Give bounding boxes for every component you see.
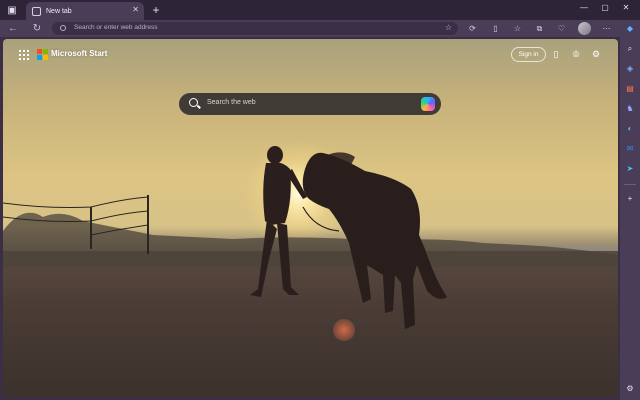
sidebar-divider: [624, 184, 636, 185]
new-tab-button[interactable]: +: [148, 2, 164, 18]
trophy-icon[interactable]: ♔: [569, 47, 583, 61]
search-icon: [189, 98, 198, 107]
browser-essentials-icon[interactable]: ♡: [555, 22, 568, 35]
tab-actions-icon[interactable]: ▣: [4, 2, 20, 18]
tree-line: [3, 212, 618, 267]
microsoft-logo-icon: [37, 49, 48, 60]
address-placeholder: Search or enter web address: [74, 24, 158, 31]
search-icon[interactable]: ⌕: [623, 42, 637, 56]
person-silhouette: [250, 146, 307, 297]
tab-close-icon[interactable]: ✕: [132, 5, 139, 14]
new-tab-favicon-icon: [32, 6, 41, 16]
favorites-icon[interactable]: ☆: [511, 22, 524, 35]
tag-icon[interactable]: ◈: [623, 62, 637, 76]
address-bar[interactable]: Search or enter web address ☆: [52, 22, 458, 35]
profile-avatar[interactable]: [578, 22, 591, 35]
phone-icon[interactable]: ▯: [549, 47, 563, 61]
copilot-icon[interactable]: [421, 97, 435, 111]
lens-flare: [333, 319, 355, 341]
collections-icon[interactable]: ⧉: [533, 22, 546, 35]
favorite-star-icon[interactable]: ☆: [445, 23, 452, 32]
copilot-sidebar-icon[interactable]: ◆: [623, 22, 637, 36]
m365-icon[interactable]: ◐: [623, 122, 637, 136]
extension-icon[interactable]: ⟳: [466, 22, 479, 35]
tab-title: New tab: [46, 7, 72, 15]
games-icon[interactable]: ♞: [623, 102, 637, 116]
browser-window: ▣ New tab ✕ + — ▢ ✕ ← ↻ Search or enter …: [0, 0, 640, 400]
sidebar-settings-icon[interactable]: ⚙: [623, 382, 637, 396]
split-screen-icon[interactable]: ▯: [489, 22, 502, 35]
web-search-bar[interactable]: Search the web: [179, 93, 441, 115]
maximize-button[interactable]: ▢: [598, 3, 612, 12]
title-bar: ▣ New tab ✕ + — ▢ ✕: [0, 0, 640, 20]
outlook-icon[interactable]: ✉: [623, 142, 637, 156]
search-icon: [60, 25, 66, 31]
brand-title[interactable]: Microsoft Start: [51, 49, 107, 58]
add-sidebar-item-button[interactable]: +: [623, 192, 637, 206]
more-menu-icon[interactable]: ⋯: [600, 22, 613, 35]
search-placeholder: Search the web: [207, 99, 256, 106]
minimize-button[interactable]: —: [577, 3, 591, 12]
tab-new-tab[interactable]: New tab ✕: [26, 2, 144, 20]
send-icon[interactable]: ➤: [623, 162, 637, 176]
back-button[interactable]: ←: [6, 22, 20, 35]
edge-sidebar: ◆ ⌕ ◈ ▤ ♞ ◐ ✉ ➤ + ⚙: [620, 20, 640, 400]
app-launcher-icon[interactable]: [19, 50, 29, 60]
toolbox-icon[interactable]: ▤: [623, 82, 637, 96]
close-window-button[interactable]: ✕: [619, 3, 633, 12]
toolbar: ← ↻ Search or enter web address ☆ ⟳ ▯ ☆ …: [0, 20, 640, 37]
gear-icon[interactable]: ⚙: [589, 47, 603, 61]
refresh-button[interactable]: ↻: [30, 22, 44, 35]
new-tab-page: Microsoft Start Sign in ▯ ♔ ⚙ Search the…: [3, 39, 618, 397]
sign-in-button[interactable]: Sign in: [511, 47, 546, 62]
